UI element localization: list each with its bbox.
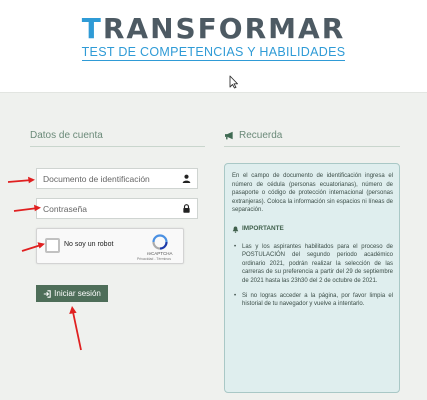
account-section-title: Datos de cuenta: [30, 130, 103, 141]
password-field[interactable]: [36, 198, 198, 219]
list-item: Las y los aspirantes habilitados para el…: [234, 243, 393, 286]
important-heading: IMPORTANTE: [232, 225, 393, 234]
logo-title-initial: T: [81, 12, 103, 45]
important-heading-text: IMPORTANTE: [242, 224, 284, 232]
login-button[interactable]: Iniciar sesión: [36, 285, 108, 302]
logo-subtitle: TEST DE COMPETENCIAS Y HABILIDADES: [0, 45, 427, 61]
id-input[interactable]: [43, 173, 173, 184]
megaphone-icon: [225, 131, 233, 140]
annotation-arrow-password: [13, 204, 41, 212]
mouse-cursor-icon: [229, 75, 238, 89]
info-paragraph: En el campo de documento de identificaci…: [232, 173, 393, 214]
list-item: Si no logras acceder a la página, por fa…: [234, 292, 393, 309]
account-section-divider: [30, 146, 205, 147]
recaptcha-label: No soy un robot: [64, 241, 114, 248]
transformar-logo: TRANSFORMAR TEST DE COMPETENCIAS Y HABIL…: [0, 14, 427, 61]
annotation-arrow-login: [69, 306, 82, 351]
recaptcha-checkbox[interactable]: [45, 238, 60, 253]
recaptcha-widget: No soy un robot reCAPTCHA Privacidad - T…: [36, 228, 184, 264]
lock-icon: [183, 204, 190, 213]
id-field[interactable]: [36, 168, 198, 189]
logo-title-rest: RANSFORMAR: [102, 12, 346, 45]
annotation-arrow-captcha: [21, 242, 45, 252]
recaptcha-brand: reCAPTCHA: [147, 251, 173, 256]
password-input[interactable]: [43, 203, 173, 214]
bell-icon: [232, 226, 239, 233]
logo-subtitle-text: TEST DE COMPETENCIAS Y HABILIDADES: [81, 45, 346, 61]
recaptcha-terms-link[interactable]: Privacidad - Términos: [137, 257, 171, 261]
info-box: En el campo de documento de identificaci…: [224, 163, 400, 393]
sign-in-icon: [43, 289, 51, 298]
recuerda-section-divider: [224, 146, 400, 147]
logo-title: TRANSFORMAR: [0, 14, 427, 44]
important-list: Las y los aspirantes habilitados para el…: [232, 243, 393, 309]
recuerda-section-title: Recuerda: [224, 130, 282, 141]
recaptcha-logo-icon: [152, 234, 168, 250]
user-icon: [182, 174, 191, 183]
login-button-label: Iniciar sesión: [54, 289, 101, 298]
recuerda-title-text: Recuerda: [239, 130, 283, 141]
annotation-arrow-id: [7, 176, 35, 184]
